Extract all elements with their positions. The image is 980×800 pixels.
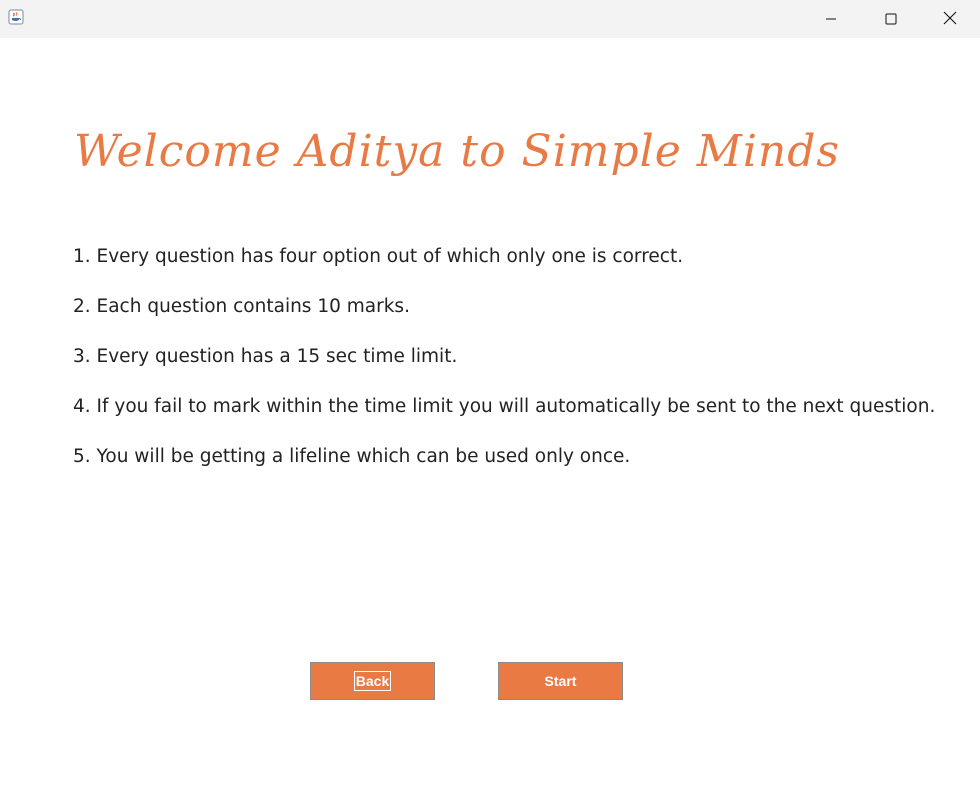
start-button-label: Start bbox=[544, 673, 577, 689]
back-button[interactable]: Back bbox=[310, 662, 435, 700]
maximize-button[interactable] bbox=[862, 0, 920, 38]
rules-list: 1. Every question has four option out of… bbox=[73, 242, 953, 492]
rule-item-1: 1. Every question has four option out of… bbox=[73, 246, 684, 267]
close-button[interactable] bbox=[921, 0, 979, 38]
welcome-heading: Welcome Aditya to Simple Minds bbox=[74, 126, 840, 177]
rule-item-2: 2. Each question contains 10 marks. bbox=[73, 296, 410, 317]
app-window: Welcome Aditya to Simple Minds 1. Every … bbox=[0, 0, 980, 800]
title-bar[interactable] bbox=[0, 0, 980, 38]
maximize-icon bbox=[885, 10, 897, 29]
rule-item-5: 5. You will be getting a lifeline which … bbox=[73, 446, 631, 467]
java-app-icon bbox=[8, 9, 24, 25]
back-button-label: Back bbox=[353, 671, 392, 691]
minimize-button[interactable] bbox=[802, 0, 860, 38]
close-icon bbox=[943, 10, 957, 29]
minimize-icon bbox=[825, 10, 837, 29]
start-button[interactable]: Start bbox=[498, 662, 623, 700]
rule-item-4: 4. If you fail to mark within the time l… bbox=[73, 396, 936, 417]
rule-item-3: 3. Every question has a 15 sec time limi… bbox=[73, 346, 458, 367]
